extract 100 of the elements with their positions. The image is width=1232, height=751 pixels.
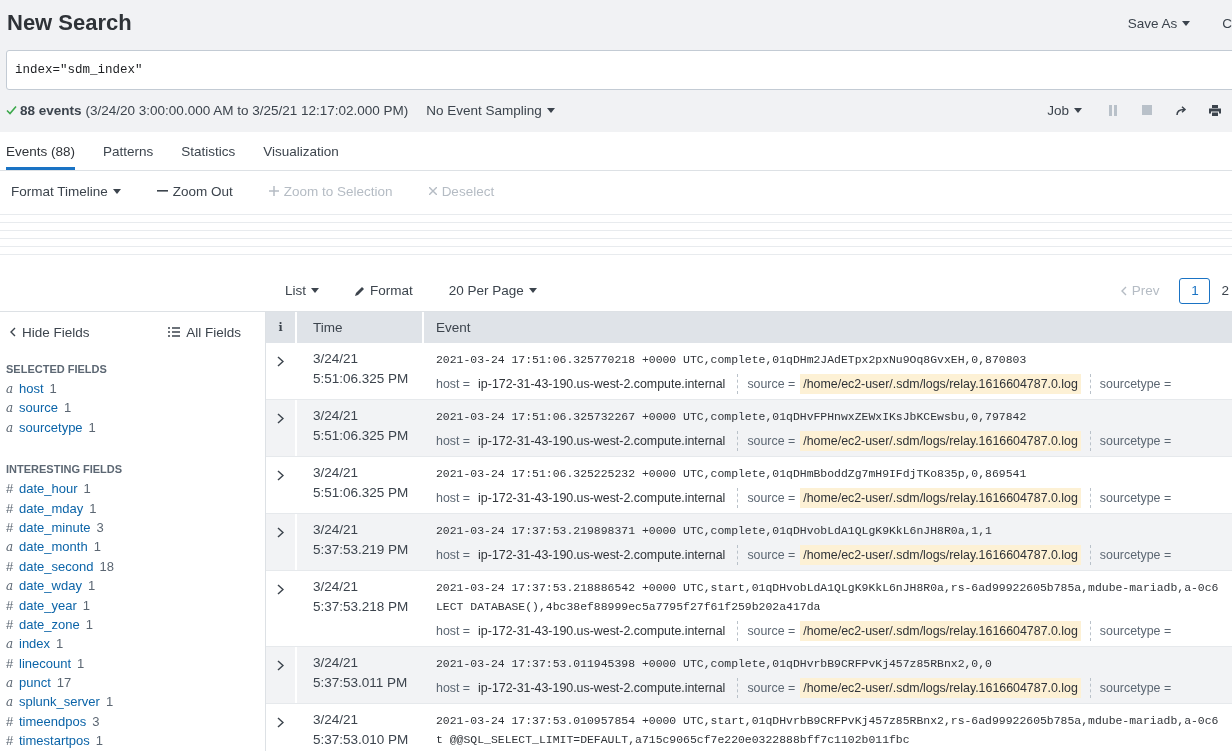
field-link[interactable]: date_hour: [19, 481, 78, 497]
field-link[interactable]: index: [19, 636, 51, 652]
header-action[interactable]: C: [1222, 15, 1232, 31]
number-type-icon: #: [6, 519, 18, 535]
expand-button[interactable]: [277, 659, 284, 671]
job-menu[interactable]: Job: [1047, 102, 1082, 118]
field-link[interactable]: date_month: [19, 539, 88, 555]
field-value[interactable]: ip-172-31-43-190.us-west-2.compute.internal: [475, 431, 729, 451]
expand-button[interactable]: [277, 355, 284, 367]
chevron-right-icon: [277, 412, 284, 424]
field-count: 1: [89, 500, 97, 516]
field-label: source =: [747, 491, 796, 505]
list-icon: [168, 327, 181, 337]
plus-icon: [268, 186, 279, 196]
field-value[interactable]: ip-172-31-43-190.us-west-2.compute.internal: [475, 621, 729, 641]
expand-button[interactable]: [277, 716, 284, 728]
string-type-icon: a: [6, 637, 18, 652]
field-label: source =: [747, 434, 796, 448]
results-tab[interactable]: Statistics: [181, 132, 236, 170]
search-field[interactable]: index="sdm_index": [6, 50, 1232, 90]
field-value[interactable]: ip-172-31-43-190.us-west-2.compute.internal: [475, 488, 729, 508]
field-link[interactable]: timeendpos: [19, 713, 87, 729]
string-type-icon: a: [6, 676, 18, 691]
field-value[interactable]: /home/ec2-user/.sdm/logs/relay.1616604787.0.log: [800, 678, 1081, 698]
string-type-icon: a: [6, 420, 18, 435]
field-count: 1: [85, 616, 93, 632]
caret-icon: [112, 188, 121, 194]
page-button[interactable]: 2: [1220, 277, 1230, 304]
field-label: host =: [436, 624, 471, 638]
number-type-icon: #: [6, 500, 18, 516]
field-value[interactable]: /home/ec2-user/.sdm/logs/relay.1616604787.0.log: [800, 621, 1081, 641]
field-value[interactable]: /home/ec2-user/.sdm/logs/relay.1616604787.0.log: [800, 374, 1081, 394]
field-link[interactable]: timestartpos: [19, 733, 90, 749]
field-link[interactable]: date_zone: [19, 616, 80, 632]
minus-icon: [156, 190, 168, 192]
field-link[interactable]: date_mday: [19, 500, 84, 516]
results-menu[interactable]: 20 Per Page: [448, 283, 537, 298]
results-tab[interactable]: Patterns: [103, 132, 154, 170]
results-menu[interactable]: List: [285, 283, 319, 298]
field-value[interactable]: ip-172-31-43-190.us-west-2.compute.internal: [475, 545, 729, 565]
field-label: sourcetype =: [1099, 377, 1172, 391]
expand-button[interactable]: [277, 526, 284, 538]
timeline-button[interactable]: Zoom Out: [156, 183, 233, 199]
timeline-button[interactable]: Format Timeline: [11, 183, 121, 199]
chevron-right-icon: [277, 526, 284, 538]
field-value[interactable]: /home/ec2-user/.sdm/logs/relay.1616604787.0.log: [800, 488, 1081, 508]
chevron-right-icon: [277, 716, 284, 728]
field-link[interactable]: linecount: [19, 655, 72, 671]
field-link[interactable]: date_year: [19, 597, 77, 613]
field-count: 3: [96, 519, 104, 535]
string-type-icon: a: [6, 382, 18, 396]
field-link[interactable]: splunk_server: [19, 694, 100, 710]
field-count: 1: [64, 400, 72, 416]
caret-icon: [311, 288, 319, 293]
field-link[interactable]: date_minute: [19, 519, 91, 535]
all-fields-button[interactable]: All Fields: [168, 324, 241, 340]
string-type-icon: a: [6, 579, 18, 594]
results-tab[interactable]: Events (88): [6, 132, 76, 170]
expand-button[interactable]: [277, 469, 284, 481]
chevron-left-icon: [10, 327, 16, 337]
field-label: host =: [436, 491, 471, 505]
field-label: host =: [436, 681, 471, 695]
chevron-right-icon: [277, 469, 284, 481]
header-action[interactable]: Save As: [1127, 15, 1191, 31]
field-value[interactable]: /home/ec2-user/.sdm/logs/relay.1616604787.0.log: [800, 431, 1081, 451]
chevron-right-icon: [277, 583, 284, 595]
field-count: 3: [92, 713, 100, 729]
column-header: Time: [297, 312, 424, 343]
field-label: source =: [747, 548, 796, 562]
number-type-icon: #: [6, 733, 18, 749]
check-icon: [6, 105, 17, 115]
field-link[interactable]: source: [19, 400, 59, 416]
event-time: 3/24/21 5:51:06.325 PM: [312, 407, 410, 445]
results-tab[interactable]: Visualization: [263, 132, 339, 170]
field-link[interactable]: date_wday: [19, 578, 82, 594]
field-value[interactable]: ip-172-31-43-190.us-west-2.compute.internal: [475, 374, 729, 394]
field-label: sourcetype =: [1099, 548, 1172, 562]
field-value[interactable]: /home/ec2-user/.sdm/logs/relay.1616604787.0.log: [800, 545, 1081, 565]
field-value[interactable]: ip-172-31-43-190.us-west-2.compute.internal: [475, 678, 729, 698]
expand-button[interactable]: [277, 412, 284, 424]
field-link[interactable]: sourcetype: [19, 419, 83, 435]
column-header: i: [266, 312, 297, 343]
pencil-icon: [355, 285, 365, 296]
event-time: 3/24/21 5:37:53.219 PM: [312, 521, 410, 559]
number-type-icon: #: [6, 655, 18, 671]
field-label: host =: [436, 434, 471, 448]
field-link[interactable]: host: [19, 381, 44, 396]
number-type-icon: #: [6, 481, 18, 497]
field-label: sourcetype =: [1099, 624, 1172, 638]
chevron-right-icon: [277, 659, 284, 671]
event-text: 2021-03-24 17:51:06.325770218 +0000 UTC,complete,01qDHm2JAdETpx2pxNu9Oq8GvxEH,0,870803: [436, 352, 1028, 368]
field-label: sourcetype =: [1099, 434, 1172, 448]
sampling-dropdown[interactable]: No Event Sampling: [426, 102, 555, 118]
format-button[interactable]: Format: [355, 283, 413, 298]
expand-button[interactable]: [277, 583, 284, 595]
hide-fields-button[interactable]: Hide Fields: [10, 324, 90, 340]
event-text: 2021-03-24 17:51:06.325225232 +0000 UTC,complete,01qDHmBboddZg7mH9IFdjTKo835p,0,869541: [436, 466, 1028, 482]
field-link[interactable]: punct: [19, 675, 51, 691]
field-link[interactable]: date_second: [19, 558, 94, 574]
stop-icon: [1142, 105, 1152, 115]
